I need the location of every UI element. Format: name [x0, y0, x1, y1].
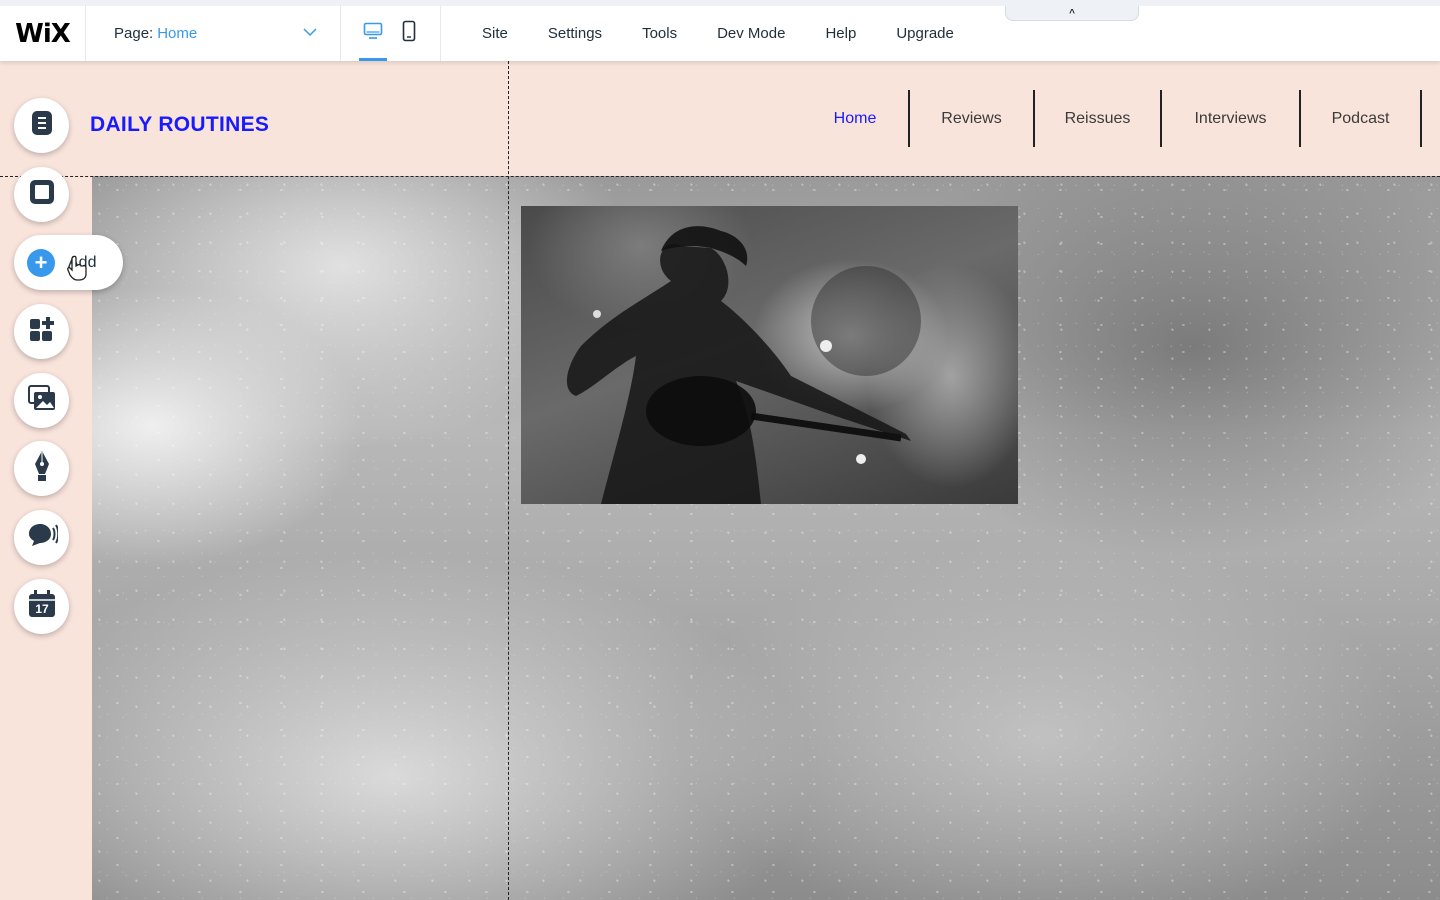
page-selector[interactable]: Page: Home — [86, 6, 341, 61]
collapse-icon: ^ — [1069, 7, 1075, 19]
site-header[interactable]: DAILY ROUTINES Home Reviews Reissues Int… — [0, 61, 1440, 176]
menu-upgrade[interactable]: Upgrade — [896, 25, 954, 42]
menu-dev-mode[interactable]: Dev Mode — [717, 25, 785, 42]
concert-photo[interactable] — [521, 206, 1018, 504]
menu-help[interactable]: Help — [825, 25, 856, 42]
vertical-guide-line — [508, 61, 509, 900]
nav-reissues[interactable]: Reissues — [1035, 90, 1162, 147]
desktop-icon — [363, 22, 383, 45]
nav-interviews[interactable]: Interviews — [1162, 90, 1301, 147]
wix-logo[interactable]: WiX — [0, 6, 86, 61]
collapse-topbar-button[interactable]: ^ — [1005, 6, 1139, 21]
bookings-button[interactable]: 17 — [14, 579, 69, 634]
menu-tools[interactable]: Tools — [642, 25, 677, 42]
device-switcher — [341, 6, 441, 61]
page-selector-label: Page: — [114, 25, 154, 42]
guitarist-silhouette — [566, 226, 921, 504]
background-icon — [28, 178, 56, 211]
hand-cursor-icon — [66, 255, 88, 286]
add-apps-icon — [28, 315, 56, 348]
nav-podcast[interactable]: Podcast — [1301, 90, 1422, 147]
blog-pen-icon — [30, 450, 54, 487]
pages-icon — [29, 109, 55, 142]
desktop-view-button[interactable] — [355, 6, 391, 61]
menu-site[interactable]: Site — [482, 25, 508, 42]
background-button[interactable] — [14, 167, 69, 222]
site-navigation: Home Reviews Reissues Interviews Podcast — [802, 90, 1422, 147]
horizontal-guide-line — [0, 176, 1440, 177]
mobile-view-button[interactable] — [391, 6, 427, 61]
menu-settings[interactable]: Settings — [548, 25, 602, 42]
pages-menu-button[interactable] — [14, 98, 69, 153]
editor-menu: Site Settings Tools Dev Mode Help Upgrad… — [462, 6, 974, 61]
add-icon: + — [27, 248, 55, 277]
nav-home[interactable]: Home — [802, 90, 910, 147]
media-button[interactable] — [14, 373, 69, 428]
blog-button[interactable] — [14, 441, 69, 496]
page-selector-value: Home — [157, 25, 198, 42]
nav-reviews[interactable]: Reviews — [910, 90, 1035, 147]
media-icon — [27, 384, 57, 417]
chat-icon — [26, 522, 59, 553]
add-apps-button[interactable] — [14, 304, 69, 359]
site-title[interactable]: DAILY ROUTINES — [90, 113, 269, 137]
chevron-down-icon — [302, 24, 318, 44]
chat-button[interactable] — [14, 510, 69, 565]
calendar-day: 17 — [35, 602, 49, 616]
editor-top-bar: WiX Page: Home Site Settings Tools Dev M… — [0, 0, 1440, 61]
bookings-calendar-icon: 17 — [27, 589, 57, 624]
mobile-icon — [402, 20, 416, 47]
